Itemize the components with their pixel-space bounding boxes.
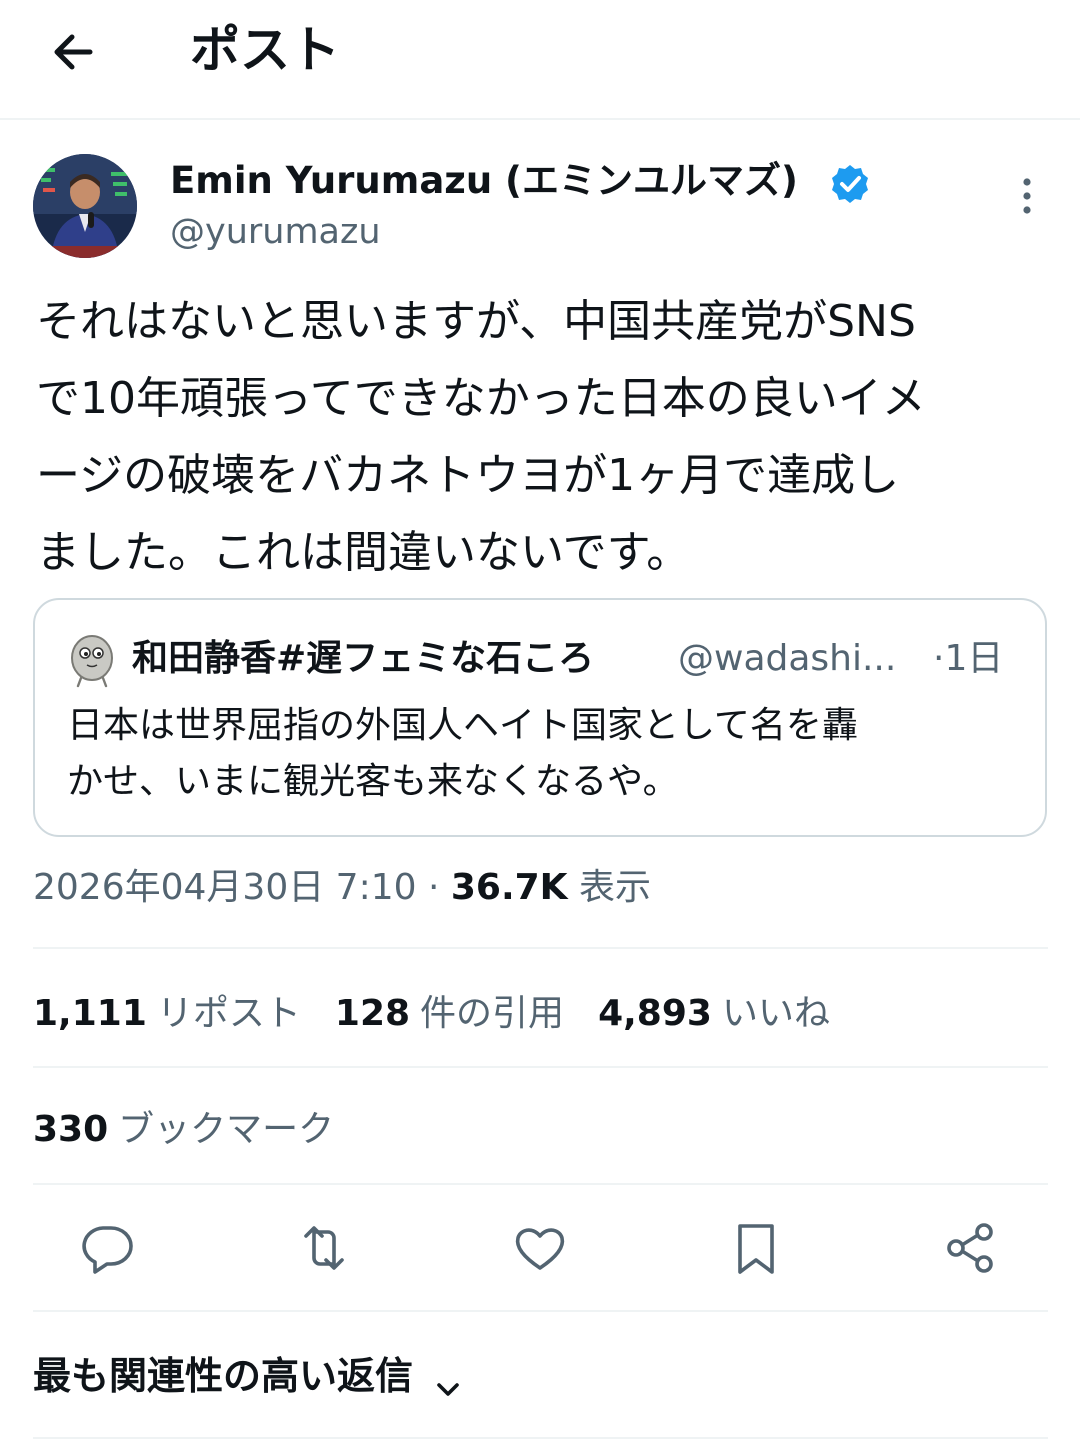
verified-badge-icon — [829, 163, 871, 205]
replies-sort-selector[interactable]: 最も関連性の高い返信 — [33, 1348, 463, 1404]
quote-avatar[interactable] — [67, 632, 117, 688]
more-icon[interactable] — [1008, 174, 1046, 218]
bookmarks-label[interactable]: ブックマーク — [118, 1109, 334, 1150]
divider — [33, 1066, 1048, 1068]
divider — [33, 1437, 1048, 1439]
chevron-down-icon[interactable] — [433, 1364, 463, 1396]
tweet-line: で10年頑張ってできなかった日本の良いイメ — [36, 373, 926, 424]
quote-text: 日本は世界屈指の外国人ヘイト国家として名を轟 かせ、いまに観光客も来なくなるや。 — [67, 698, 1022, 810]
likes-count[interactable]: 4,893 — [598, 993, 712, 1034]
page-title: ポスト — [190, 21, 340, 79]
reposts-label[interactable]: リポスト — [157, 993, 301, 1034]
tweet-line: それはないと思いますが、中国共産党がSNS — [36, 296, 916, 347]
author-handle[interactable]: @yurumazu — [170, 206, 381, 258]
tweet-text: それはないと思いますが、中国共産党がSNS で10年頑張ってできなかった日本の良… — [36, 283, 1046, 591]
tweet-meta: 2026年04月30日 7:10 · 36.7K 表示 — [33, 860, 651, 916]
top-bar: ポスト — [0, 0, 1080, 120]
quote-line: 日本は世界屈指の外国人ヘイト国家として名を轟 — [67, 705, 858, 746]
author-name[interactable]: Emin Yurumazu (エミンユルマズ) — [170, 155, 798, 207]
back-arrow-icon[interactable] — [46, 24, 102, 80]
tweet-datetime[interactable]: 2026年04月30日 7:10 · — [33, 867, 451, 908]
bookmark-icon[interactable] — [726, 1218, 786, 1278]
divider — [33, 1183, 1048, 1185]
divider — [33, 947, 1048, 949]
bookmarks-count[interactable]: 330 — [33, 1109, 108, 1150]
share-icon[interactable] — [940, 1218, 1000, 1278]
divider — [33, 1310, 1048, 1312]
repost-icon[interactable] — [294, 1218, 354, 1278]
replies-sort-label[interactable]: 最も関連性の高い返信 — [33, 1354, 413, 1398]
engagement-stats: 1,111 リポスト 128 件の引用 4,893 いいね — [33, 986, 864, 1042]
quotes-label[interactable]: 件の引用 — [420, 993, 564, 1034]
avatar[interactable] — [33, 154, 137, 258]
likes-label[interactable]: いいね — [722, 993, 830, 1034]
bookmark-stats: 330 ブックマーク — [33, 1102, 368, 1158]
quote-author-handle[interactable]: @wadashi... — [678, 630, 896, 688]
views-count: 36.7K — [450, 867, 568, 908]
quote-line: かせ、いまに観光客も来なくなるや。 — [67, 761, 679, 802]
quoted-tweet-card[interactable]: 和田静香#遅フェミな石ころ @wadashi... ·1日 日本は世界屈指の外国… — [33, 598, 1047, 837]
views-label: 表示 — [567, 867, 652, 908]
quote-author-name[interactable]: 和田静香#遅フェミな石ころ — [132, 630, 594, 688]
quotes-count[interactable]: 128 — [335, 993, 410, 1034]
reposts-count[interactable]: 1,111 — [33, 993, 147, 1034]
tweet-line: ました。これは間違いないです。 — [36, 527, 691, 578]
quote-timestamp[interactable]: ·1日 — [933, 630, 1003, 688]
tweet-line: ージの破壊をバカネトウヨが1ヶ月で達成し — [36, 450, 900, 501]
like-icon[interactable] — [510, 1218, 570, 1278]
reply-icon[interactable] — [77, 1218, 137, 1278]
